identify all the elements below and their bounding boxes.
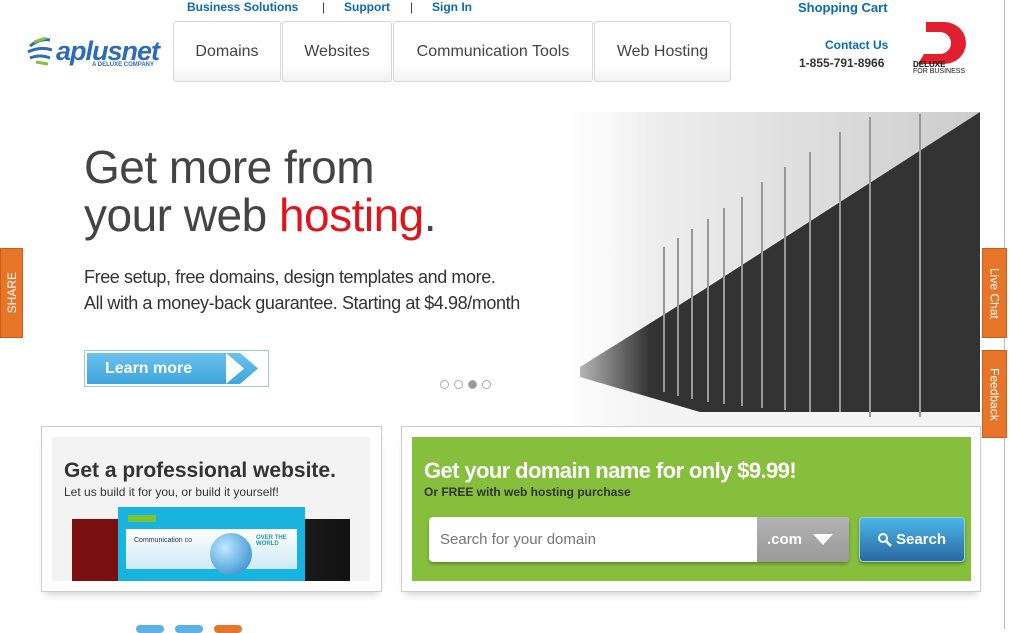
tab-communication-tools[interactable]: Communication Tools	[393, 21, 593, 82]
chevron-down-icon	[813, 534, 833, 545]
support-link[interactable]: Support	[344, 0, 390, 14]
shopping-cart-link[interactable]: Shopping Cart	[798, 0, 888, 15]
domain-promo-title: Get your domain name for only $9.99!	[424, 458, 797, 483]
deluxe-logo: DELUXE FOR BUSINESS	[912, 21, 974, 77]
server-rack-image	[540, 112, 980, 427]
deluxe-d-icon	[918, 22, 966, 64]
slide-dot-3[interactable]	[468, 380, 477, 389]
globe-icon	[210, 533, 252, 575]
search-button[interactable]: Search	[859, 517, 965, 562]
share-tab[interactable]: SHARE	[0, 248, 23, 338]
website-promo-subtitle: Let us build it for you, or build it you…	[64, 485, 279, 499]
tab-websites[interactable]: Websites	[282, 21, 392, 82]
social-icon[interactable]	[214, 625, 242, 633]
phone-number: 1-855-791-8966	[799, 56, 885, 70]
separator: |	[410, 0, 414, 14]
domain-promo-subtitle: Or FREE with web hosting purchase	[424, 485, 631, 499]
website-promo-title: Get a professional website.	[64, 459, 336, 482]
arrow-icon	[226, 353, 266, 384]
live-chat-tab[interactable]: Live Chat	[982, 248, 1007, 338]
social-icon[interactable]	[136, 625, 164, 633]
hero-headline: Get more from your web hosting.	[84, 141, 437, 241]
domain-search-input[interactable]	[429, 517, 757, 562]
tab-domains[interactable]: Domains	[173, 21, 281, 82]
template-preview: Communication co OVER THE WORLD	[118, 507, 305, 581]
business-solutions-link[interactable]: Business Solutions	[187, 0, 298, 14]
logo-tagline: A DELUXE COMPANY	[92, 62, 155, 68]
logo-swoosh-icon	[27, 36, 53, 66]
website-promo-card[interactable]: Get a professional website. Let us build…	[41, 426, 382, 592]
domain-promo-card: Get your domain name for only $9.99! Or …	[401, 426, 981, 592]
aplusnet-logo[interactable]: aplusnet A DELUXE COMPANY	[26, 32, 166, 72]
search-icon	[877, 532, 892, 547]
learn-more-button[interactable]: Learn more	[84, 350, 269, 387]
slide-dot-1[interactable]	[440, 380, 449, 389]
slide-dot-2[interactable]	[454, 380, 463, 389]
slide-dot-4[interactable]	[482, 380, 491, 389]
tld-select[interactable]: .com	[757, 517, 849, 562]
hero-subtext: Free setup, free domains, design templat…	[84, 267, 520, 313]
sign-in-link[interactable]: Sign In	[432, 0, 472, 14]
social-icon[interactable]	[175, 625, 203, 633]
tab-web-hosting[interactable]: Web Hosting	[594, 21, 731, 82]
contact-us-link[interactable]: Contact Us	[825, 38, 888, 52]
feedback-tab[interactable]: Feedback	[982, 350, 1007, 438]
separator: |	[322, 0, 326, 14]
